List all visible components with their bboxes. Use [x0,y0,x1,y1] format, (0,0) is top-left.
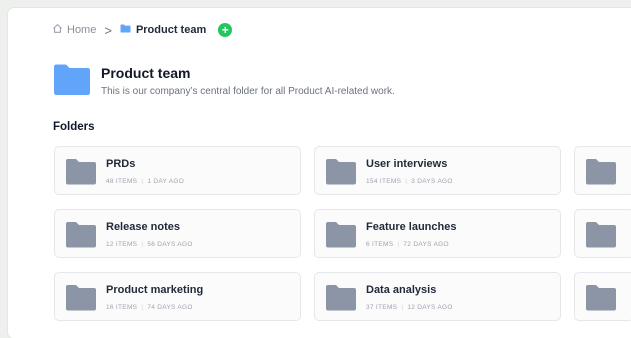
breadcrumb-home-label: Home [67,24,97,36]
add-button[interactable]: + [218,23,233,37]
folder-meta: 37 ITEMS | 12 DAYS AGO [366,304,453,311]
breadcrumb-current[interactable]: Product team [120,24,206,36]
home-icon [52,23,63,37]
folder-card[interactable] [574,272,631,321]
folder-meta: 48 ITEMS | 1 DAY AGO [106,178,185,185]
folder-meta: 12 ITEMS | 56 DAYS AGO [106,241,193,248]
breadcrumb-current-label: Product team [135,24,207,36]
folder-name: User interviews [366,158,448,170]
breadcrumb: Home > Product team + [52,22,233,38]
folder-name: Product marketing [106,284,204,296]
folder-icon [325,158,357,190]
main-panel: Home > Product team + Product team This … [8,8,631,338]
folder-name: PRDs [106,158,136,170]
folder-name: Data analysis [366,284,437,296]
folder-name: Release notes [106,221,180,233]
folder-card[interactable]: PRDs 48 ITEMS | 1 DAY AGO [54,146,301,195]
folder-meta: 16 ITEMS | 74 DAYS AGO [106,304,193,311]
folder-icon [53,63,91,101]
folder-name: Feature launches [366,221,457,233]
folder-icon [325,221,357,253]
folder-icon [585,221,617,253]
folder-icon [120,24,131,36]
plus-icon: + [221,23,229,37]
folder-icon [585,284,617,316]
folders-heading: Folders [53,121,95,133]
folder-icon [65,221,97,253]
folder-icon [585,158,617,190]
breadcrumb-separator: > [104,22,112,38]
folder-card[interactable]: User interviews 154 ITEMS | 3 DAYS AGO [314,146,561,195]
folder-icon [325,284,357,316]
folder-card[interactable]: Release notes 12 ITEMS | 56 DAYS AGO [54,209,301,258]
folder-meta: 6 ITEMS | 72 DAYS AGO [366,241,449,248]
page-title: Product team [101,65,191,81]
breadcrumb-home[interactable]: Home [52,23,96,37]
folder-card[interactable]: Feature launches 6 ITEMS | 72 DAYS AGO [314,209,561,258]
folder-card[interactable]: Data analysis 37 ITEMS | 12 DAYS AGO [314,272,561,321]
folder-icon [65,158,97,190]
folder-card[interactable] [574,209,631,258]
page-description: This is our company’s central folder for… [101,86,395,97]
folder-card[interactable] [574,146,631,195]
folder-meta: 154 ITEMS | 3 DAYS AGO [366,178,453,185]
folder-icon [65,284,97,316]
folder-card[interactable]: Product marketing 16 ITEMS | 74 DAYS AGO [54,272,301,321]
